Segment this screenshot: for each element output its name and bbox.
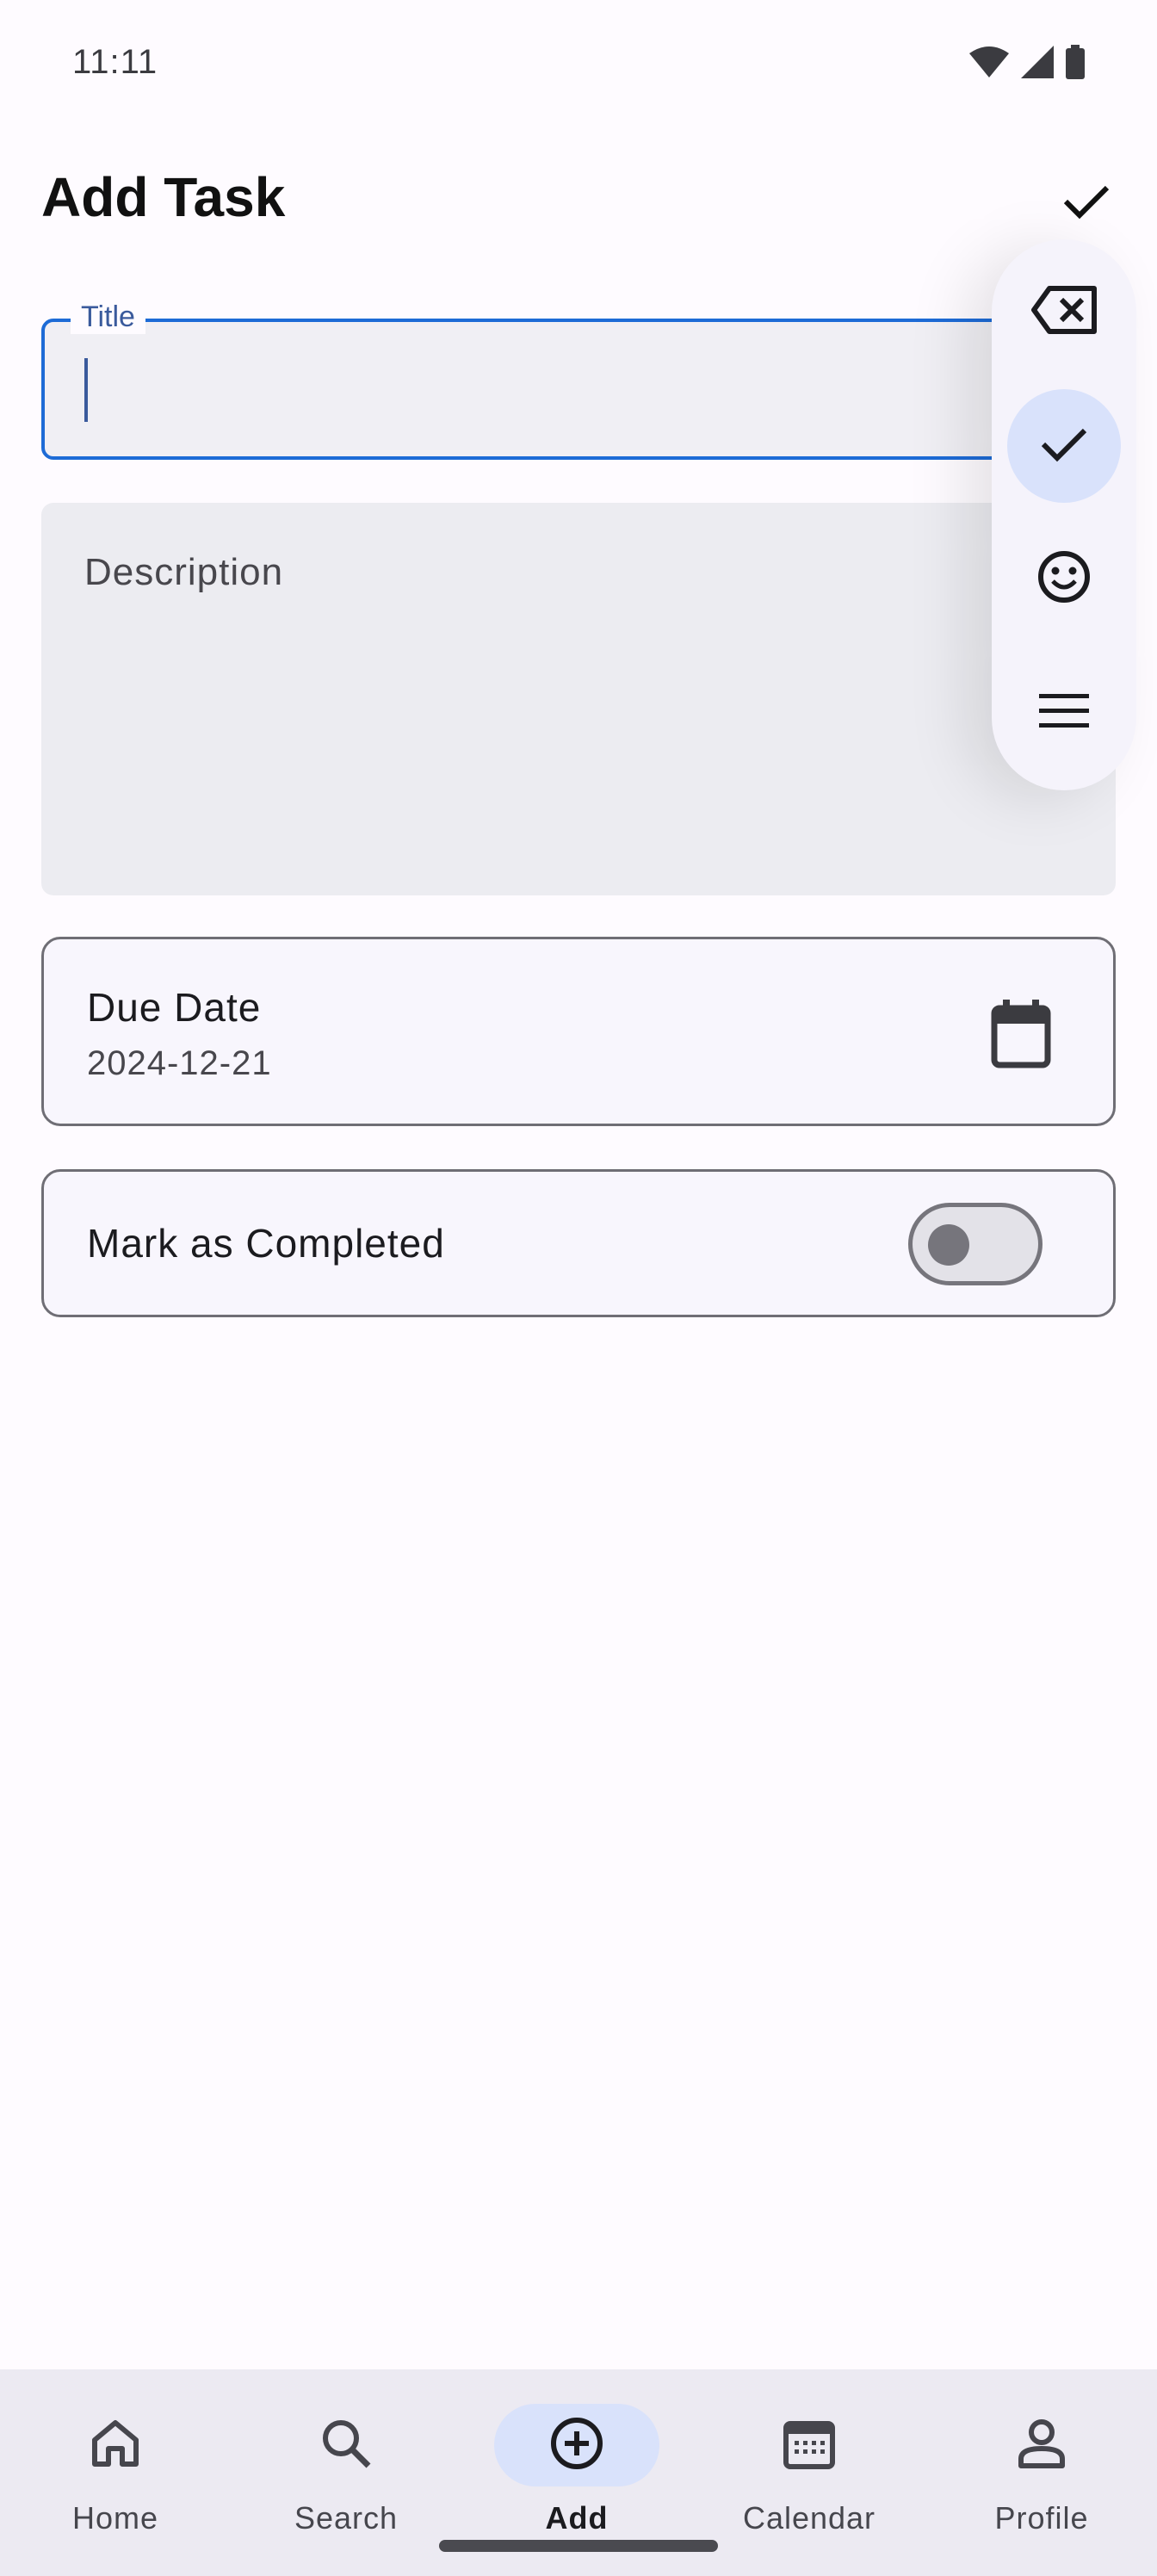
backspace-icon <box>1030 285 1098 339</box>
backspace-button[interactable] <box>1007 255 1121 368</box>
menu-icon <box>1039 693 1089 733</box>
save-button[interactable] <box>1052 169 1121 238</box>
nav-label: Add <box>545 2500 609 2536</box>
gesture-bar[interactable] <box>439 2540 718 2552</box>
done-button[interactable] <box>1007 389 1121 503</box>
bottom-navigation: Home Search Add Calendar Profile <box>0 2369 1157 2576</box>
add-circle-icon <box>550 2417 603 2474</box>
completed-card: Mark as Completed <box>41 1169 1116 1317</box>
nav-icon-container <box>727 2404 892 2486</box>
calendar-icon[interactable] <box>991 1000 1051 1068</box>
check-icon <box>1062 183 1111 225</box>
description-field[interactable]: Description <box>41 503 1116 895</box>
nav-label: Search <box>294 2500 399 2536</box>
nav-icon-container <box>263 2404 429 2486</box>
nav-item-search[interactable]: Search <box>231 2369 461 2576</box>
nav-label: Home <box>71 2500 159 2536</box>
completed-toggle[interactable] <box>908 1203 1043 1285</box>
home-icon <box>90 2419 141 2472</box>
completed-label: Mark as Completed <box>87 1221 445 1266</box>
title-input[interactable] <box>86 351 947 429</box>
nav-icon-container <box>959 2404 1124 2486</box>
status-time: 11:11 <box>72 43 158 81</box>
description-placeholder: Description <box>84 551 284 593</box>
page-title: Add Task <box>41 166 286 228</box>
cell-signal-icon <box>1021 46 1054 83</box>
toggle-thumb <box>928 1224 969 1266</box>
menu-button[interactable] <box>1007 656 1121 770</box>
search-icon <box>320 2418 372 2474</box>
text-caret <box>84 358 88 422</box>
nav-item-profile[interactable]: Profile <box>926 2369 1157 2576</box>
status-icons <box>969 45 1085 84</box>
nav-icon-container <box>494 2404 659 2486</box>
nav-icon-container <box>33 2404 198 2486</box>
title-field-label: Title <box>71 300 145 334</box>
calendar-icon <box>783 2417 836 2474</box>
emoji-button[interactable] <box>1007 522 1121 635</box>
nav-label: Calendar <box>742 2500 876 2536</box>
title-field[interactable] <box>41 319 1116 460</box>
battery-icon <box>1066 45 1085 84</box>
due-date-value: 2024-12-21 <box>87 1044 272 1082</box>
check-icon <box>1040 425 1088 468</box>
emoji-icon <box>1037 550 1091 608</box>
nav-label: Profile <box>994 2500 1089 2536</box>
nav-item-home[interactable]: Home <box>0 2369 231 2576</box>
due-date-label: Due Date <box>87 985 262 1030</box>
person-icon <box>1016 2418 1067 2474</box>
due-date-card[interactable]: Due Date 2024-12-21 <box>41 937 1116 1126</box>
status-bar: 11:11 <box>0 0 1157 129</box>
floating-toolbar <box>992 239 1136 790</box>
nav-item-calendar[interactable]: Calendar <box>694 2369 925 2576</box>
wifi-icon <box>969 46 1009 82</box>
